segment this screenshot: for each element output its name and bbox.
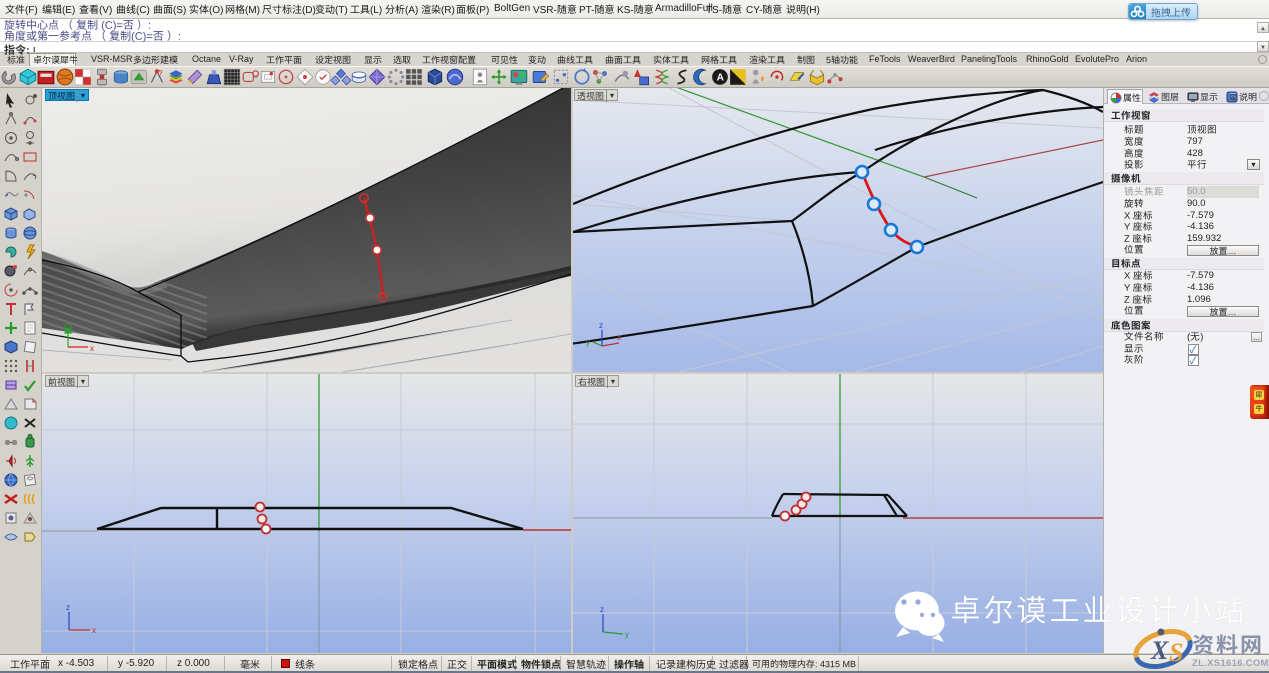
svg-text:ZL.XS1616.COM: ZL.XS1616.COM — [1192, 658, 1269, 669]
svg-text:S: S — [1169, 638, 1183, 667]
svg-text:X: X — [1150, 636, 1169, 665]
